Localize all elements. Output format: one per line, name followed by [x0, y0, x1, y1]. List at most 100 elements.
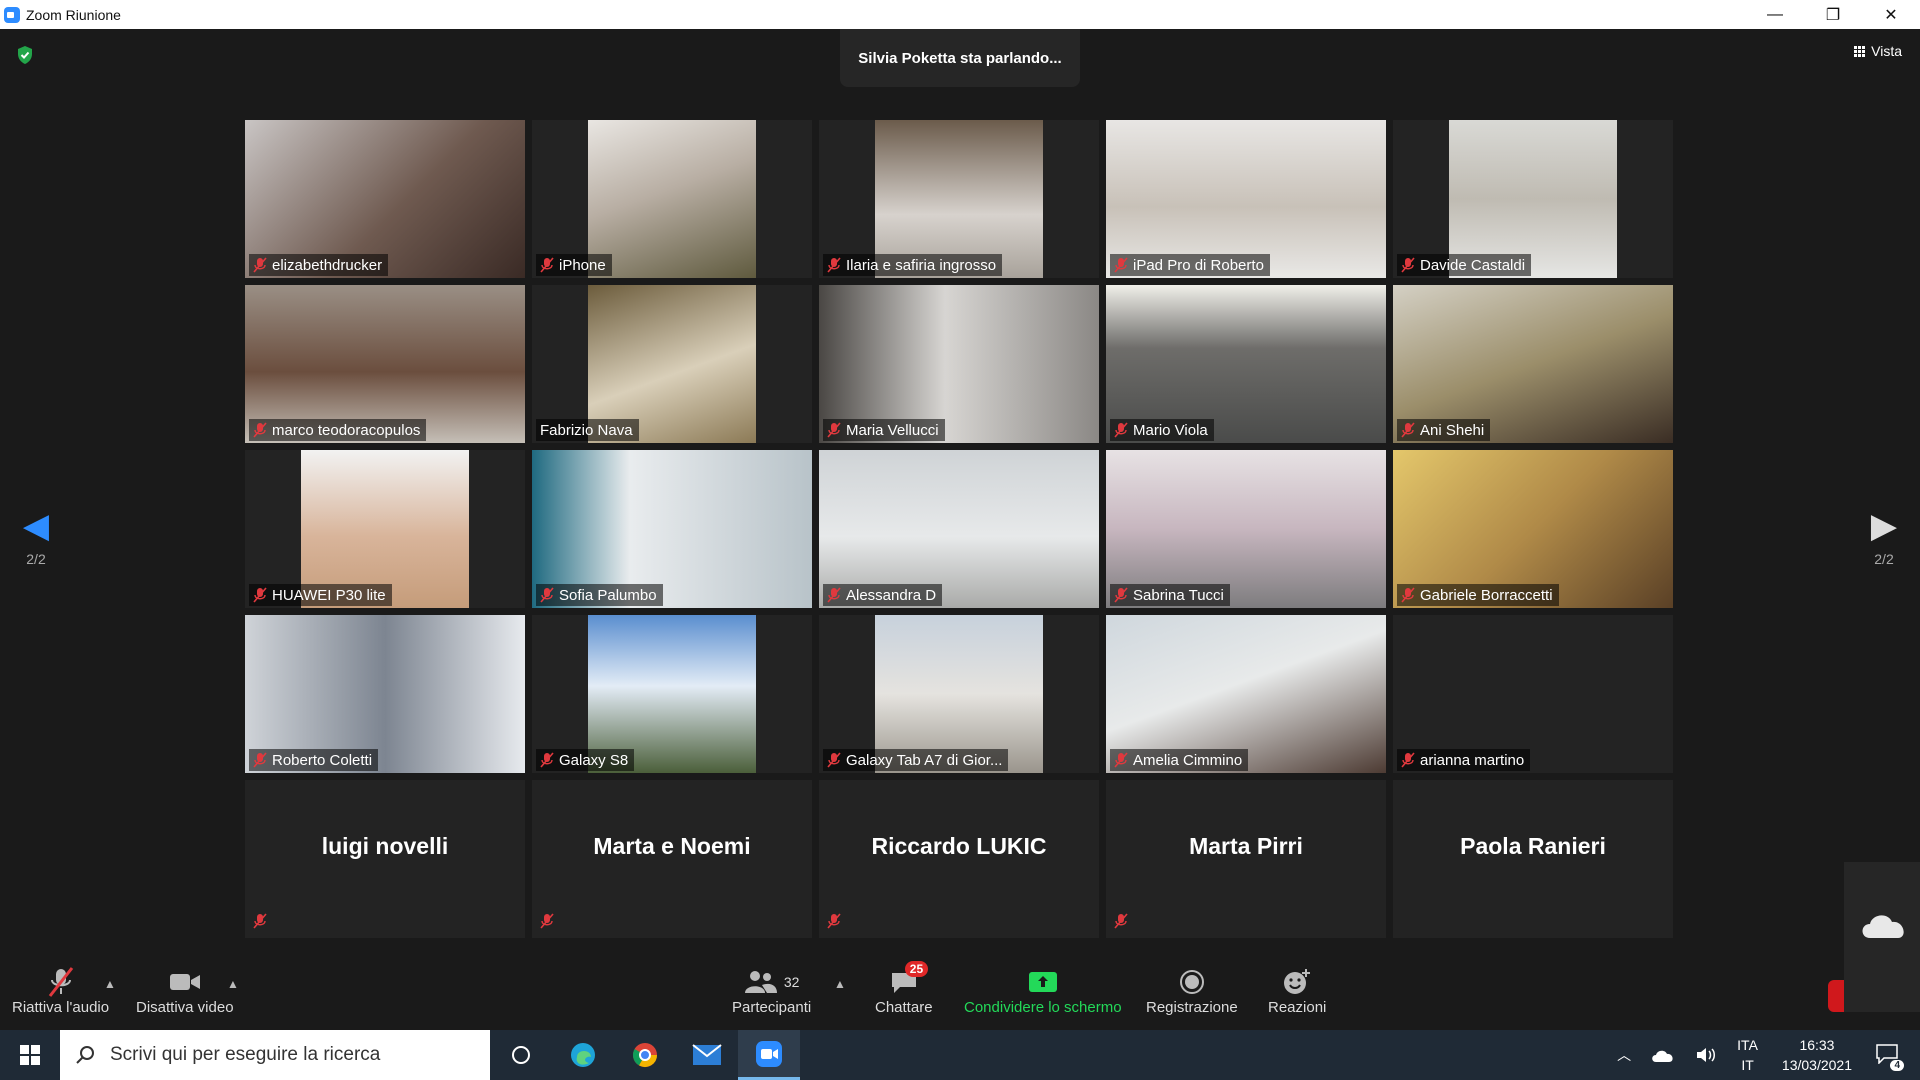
microphone-muted-icon [540, 587, 554, 603]
participant-tile[interactable]: iPhone [532, 120, 812, 278]
participant-tile[interactable]: Paola Ranieri [1393, 780, 1673, 938]
participant-tile[interactable]: iPad Pro di Roberto [1106, 120, 1386, 278]
mute-indicator [540, 913, 554, 934]
microphone-muted-icon [1114, 257, 1128, 273]
share-screen-icon [1028, 972, 1057, 992]
view-button-label: Vista [1871, 43, 1902, 59]
grid-view-icon [1854, 45, 1866, 57]
participants-options-caret[interactable]: ▲ [834, 977, 846, 991]
participant-tile[interactable]: Mario Viola [1106, 285, 1386, 443]
participant-tile[interactable]: Galaxy Tab A7 di Gior... [819, 615, 1099, 773]
participants-icon [744, 971, 777, 993]
participant-name-label: Amelia Cimmino [1110, 749, 1249, 771]
participant-tile[interactable]: Roberto Coletti [245, 615, 525, 773]
participant-tile[interactable]: Sofia Palumbo [532, 450, 812, 608]
participant-name: Ani Shehi [1420, 421, 1485, 439]
meeting-area: Silvia Poketta sta parlando... Vista ◀ 2… [0, 29, 1920, 955]
unmute-label: Riattiva l'audio [12, 999, 110, 1016]
show-hidden-icons-chevron-up-icon[interactable]: ︿ [1617, 1045, 1631, 1065]
video-options-caret[interactable]: ▲ [227, 977, 239, 991]
participant-tile[interactable]: luigi novelli [245, 780, 525, 938]
microphone-muted-icon [1114, 913, 1128, 929]
zoom-taskbar-button[interactable] [738, 1030, 800, 1080]
participant-name-label: Alessandra D [823, 584, 943, 606]
stop-video-button[interactable]: Disattiva video [136, 965, 234, 1016]
edge-taskbar-button[interactable] [552, 1030, 614, 1080]
participant-name-label: Fabrizio Nava [536, 419, 639, 441]
close-button[interactable]: ✕ [1862, 0, 1920, 29]
start-button[interactable] [0, 1030, 60, 1080]
participant-name: Galaxy S8 [559, 751, 629, 769]
participant-tile[interactable]: Marta e Noemi [532, 780, 812, 938]
participants-button[interactable]: 32 Partecipanti [732, 965, 811, 1016]
minimize-button[interactable]: — [1746, 0, 1804, 29]
active-speaker-banner: Silvia Poketta sta parlando... [840, 29, 1080, 87]
participant-name-label: Galaxy Tab A7 di Gior... [823, 749, 1009, 771]
mail-taskbar-button[interactable] [676, 1030, 738, 1080]
participant-tile[interactable]: Ilaria e safiria ingrosso [819, 120, 1099, 278]
participant-name: Amelia Cimmino [1133, 751, 1243, 769]
participants-count: 32 [783, 974, 800, 990]
chat-button[interactable]: 25 Chattare [875, 961, 933, 1016]
next-page-button[interactable]: ▶ 2/2 [1854, 509, 1914, 567]
view-button[interactable]: Vista [1854, 43, 1902, 59]
participant-tile[interactable]: Sabrina Tucci [1106, 450, 1386, 608]
participant-name: Galaxy Tab A7 di Gior... [846, 751, 1003, 769]
microphone-muted-icon [540, 257, 554, 273]
participant-name-label: HUAWEI P30 lite [249, 584, 392, 606]
participant-tile[interactable]: Fabrizio Nava [532, 285, 812, 443]
share-screen-button[interactable]: Condividere lo schermo [964, 965, 1122, 1016]
restore-button[interactable]: ❐ [1804, 0, 1862, 29]
page-indicator-left: 2/2 [26, 551, 46, 567]
taskbar-clock[interactable]: 16:33 13/03/2021 [1782, 1035, 1852, 1075]
reactions-button[interactable]: Reazioni [1268, 965, 1326, 1016]
edge-browser-icon [571, 1043, 595, 1067]
volume-speaker-icon[interactable] [1695, 1046, 1717, 1064]
microphone-muted-icon [540, 752, 554, 768]
action-center-button[interactable]: 4 [1876, 1043, 1904, 1071]
participant-name: Davide Castaldi [1420, 256, 1526, 274]
participant-name-label: Roberto Coletti [249, 749, 379, 771]
participant-tile[interactable]: Riccardo LUKIC [819, 780, 1099, 938]
onedrive-popup[interactable] [1844, 862, 1920, 1012]
participant-name: HUAWEI P30 lite [272, 586, 386, 604]
participant-tile[interactable]: Davide Castaldi [1393, 120, 1673, 278]
participant-tile[interactable]: HUAWEI P30 lite [245, 450, 525, 608]
participant-name: Fabrizio Nava [540, 421, 633, 439]
participant-tile[interactable]: Galaxy S8 [532, 615, 812, 773]
previous-page-button[interactable]: ◀ 2/2 [6, 509, 66, 567]
zoom-app-icon [4, 6, 20, 23]
page-indicator-right: 2/2 [1874, 551, 1894, 567]
microphone-muted-icon [48, 967, 73, 997]
onedrive-cloud-icon[interactable] [1651, 1047, 1675, 1063]
participant-tile[interactable]: arianna martino [1393, 615, 1673, 773]
microphone-muted-icon [540, 913, 554, 929]
participant-tile[interactable]: Marta Pirri [1106, 780, 1386, 938]
participant-name: iPhone [559, 256, 606, 274]
participant-tile[interactable]: elizabethdrucker [245, 120, 525, 278]
participants-label: Partecipanti [732, 999, 812, 1016]
participant-name: Sabrina Tucci [1133, 586, 1224, 604]
chrome-taskbar-button[interactable] [614, 1030, 676, 1080]
search-placeholder: Scrivi qui per eseguire la ricerca [110, 1044, 381, 1065]
security-shield-icon[interactable] [16, 45, 34, 65]
participant-display-name: luigi novelli [321, 832, 449, 859]
participant-tile[interactable]: Amelia Cimmino [1106, 615, 1386, 773]
participant-tile[interactable]: Maria Vellucci [819, 285, 1099, 443]
cortana-button[interactable] [490, 1030, 552, 1080]
cloud-icon [1862, 915, 1904, 938]
record-button[interactable]: Registrazione [1146, 965, 1238, 1016]
participant-tile[interactable]: Alessandra D [819, 450, 1099, 608]
record-icon [1179, 970, 1204, 994]
input-language-indicator[interactable]: ITA IT [1737, 1035, 1758, 1075]
microphone-muted-icon [1401, 752, 1415, 768]
microphone-muted-icon [1401, 587, 1415, 603]
participant-tile[interactable]: marco teodoracopulos [245, 285, 525, 443]
taskbar-search-box[interactable]: Scrivi qui per eseguire la ricerca [60, 1030, 490, 1080]
system-tray: ︿ ITA IT 16:33 13/03/2021 4 [1607, 1030, 1920, 1080]
participant-tile[interactable]: Ani Shehi [1393, 285, 1673, 443]
audio-options-caret[interactable]: ▲ [104, 977, 116, 991]
keyboard-layout-code: IT [1741, 1057, 1754, 1073]
unmute-button[interactable]: Riattiva l'audio [12, 965, 109, 1016]
participant-tile[interactable]: Gabriele Borraccetti [1393, 450, 1673, 608]
